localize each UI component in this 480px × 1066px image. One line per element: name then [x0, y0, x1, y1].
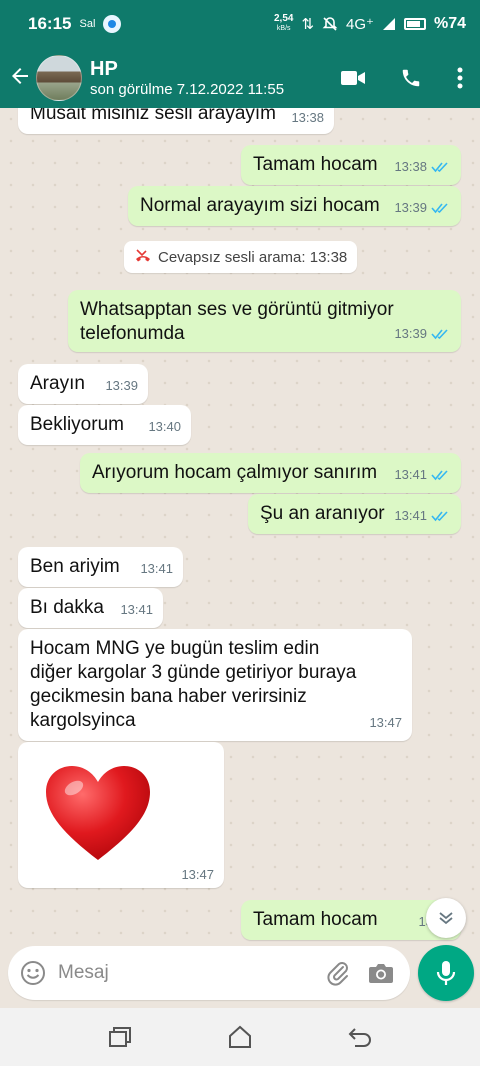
voice-message-button[interactable]	[418, 945, 474, 1001]
home-icon[interactable]	[227, 1025, 253, 1049]
network-speed: 2,54 kB/s	[274, 14, 293, 34]
read-receipt-icon	[431, 162, 448, 173]
message-text-line2: diğer kargolar 3 günde getiriyor buraya	[30, 662, 357, 683]
message-incoming-sticker[interactable]: 13:47	[18, 742, 224, 888]
read-receipt-icon	[431, 511, 448, 522]
message-text: Tamam hocam	[253, 909, 378, 930]
message-time: 13:41	[394, 467, 427, 482]
message-text: Ben ariyim	[30, 556, 120, 577]
back-nav-icon[interactable]	[347, 1025, 373, 1049]
message-time: 13:39	[394, 200, 427, 215]
message-text-line1: Hocam MNG ye bugün teslim edin	[30, 638, 320, 659]
more-options-button[interactable]	[440, 54, 480, 102]
message-incoming[interactable]: Müsait misiniz sesli arayayım 13:38	[18, 108, 334, 134]
double-chevron-down-icon	[439, 912, 453, 925]
attachment-paperclip-icon[interactable]	[326, 960, 350, 986]
message-text: Bı dakka	[30, 597, 104, 618]
status-time: 16:15	[28, 14, 72, 33]
message-outgoing[interactable]: Tamam hocam 13:38	[241, 145, 461, 185]
camera-icon[interactable]	[368, 962, 394, 984]
system-navigation-bar	[0, 1008, 480, 1066]
chat-area[interactable]: Müsait misiniz sesli arayayım 13:38 Tama…	[0, 108, 480, 946]
message-incoming[interactable]: Arayın 13:39	[18, 364, 148, 404]
status-day: Sal	[79, 18, 96, 30]
missed-call-text: Cevapsız sesli arama: 13:38	[158, 248, 348, 266]
whatsapp-notification-icon	[103, 15, 122, 33]
chat-header: HP son görülme 7.12.2022 11:55	[0, 48, 480, 108]
read-receipt-icon	[431, 470, 448, 481]
network-speed-value: 2,54	[273, 13, 294, 24]
contact-name: HP	[90, 58, 118, 80]
read-receipt-icon	[431, 203, 448, 214]
message-text: Normal arayayım sizi hocam	[140, 195, 380, 216]
message-time: 13:41	[394, 508, 427, 523]
battery-percentage: %74	[433, 15, 466, 32]
network-speed-unit: kB/s	[276, 25, 291, 32]
network-type: 4G⁺	[346, 16, 374, 33]
message-incoming[interactable]: Bı dakka 13:41	[18, 588, 163, 628]
message-time: 13:39	[105, 378, 138, 393]
message-text: Whatsapptan ses ve görüntü gitmiyor	[80, 299, 394, 320]
message-time: 13:38	[394, 159, 427, 174]
status-indicators: 2,54 kB/s ⇅ 4G⁺ %74	[274, 14, 466, 34]
video-call-button[interactable]	[324, 54, 382, 102]
contact-info[interactable]: HP son görülme 7.12.2022 11:55	[90, 57, 284, 99]
message-time: 13:39	[394, 326, 427, 341]
message-incoming[interactable]: Hocam MNG ye bugün teslim edin diğer kar…	[18, 629, 412, 741]
message-outgoing[interactable]: Whatsapptan ses ve görüntü gitmiyor tele…	[68, 290, 461, 352]
message-time: 13:47	[181, 867, 214, 882]
battery-icon	[403, 18, 426, 30]
message-input[interactable]	[58, 962, 288, 984]
message-time: 13:41	[120, 602, 153, 617]
message-text-line4: kargolsyinca	[30, 710, 136, 731]
phone-icon	[402, 69, 420, 87]
missed-call-notice[interactable]: Cevapsız sesli arama: 13:38	[124, 241, 358, 273]
message-text: Arıyorum hocam çalmıyor sanırım	[92, 462, 378, 483]
scroll-to-bottom-button[interactable]	[426, 898, 466, 938]
message-outgoing[interactable]: Normal arayayım sizi hocam 13:39	[128, 186, 461, 226]
last-seen: son görülme 7.12.2022 11:55	[90, 81, 285, 98]
video-camera-icon	[341, 71, 365, 85]
message-text: Bekliyorum	[30, 414, 124, 435]
data-arrows-icon: ⇅	[301, 16, 315, 33]
voice-call-button[interactable]	[382, 54, 440, 102]
message-time: 13:41	[140, 561, 173, 576]
status-bar: 16:15 Sal 2,54 kB/s ⇅ 4G⁺ %74	[0, 0, 480, 48]
message-outgoing[interactable]: Arıyorum hocam çalmıyor sanırım 13:41	[80, 453, 461, 493]
missed-call-icon	[136, 249, 150, 262]
recent-apps-icon[interactable]	[107, 1025, 133, 1049]
message-time: 13:47	[369, 715, 402, 730]
kebab-menu-icon	[457, 67, 463, 89]
message-incoming[interactable]: Bekliyorum 13:40	[18, 405, 191, 445]
mute-bell-icon	[322, 17, 338, 31]
back-arrow-icon[interactable]	[8, 64, 34, 92]
message-text: Arayın	[30, 373, 85, 394]
message-text: Tamam hocam	[253, 154, 378, 175]
contact-avatar[interactable]	[36, 55, 82, 101]
message-incoming[interactable]: Ben ariyim 13:41	[18, 547, 183, 587]
message-composer	[8, 946, 410, 1000]
message-text: Müsait misiniz sesli arayayım	[30, 108, 276, 124]
read-receipt-icon	[431, 329, 448, 340]
message-text-line3: gecikmesin bana haber verirsiniz	[30, 686, 307, 707]
message-time: 13:38	[291, 110, 324, 125]
red-heart-icon	[46, 766, 150, 860]
emoji-icon[interactable]	[20, 960, 46, 986]
message-text: Şu an aranıyor	[260, 503, 385, 524]
message-outgoing[interactable]: Şu an aranıyor 13:41	[248, 494, 461, 534]
microphone-icon	[436, 961, 456, 985]
message-time: 13:40	[148, 419, 181, 434]
signal-icon	[382, 18, 395, 30]
